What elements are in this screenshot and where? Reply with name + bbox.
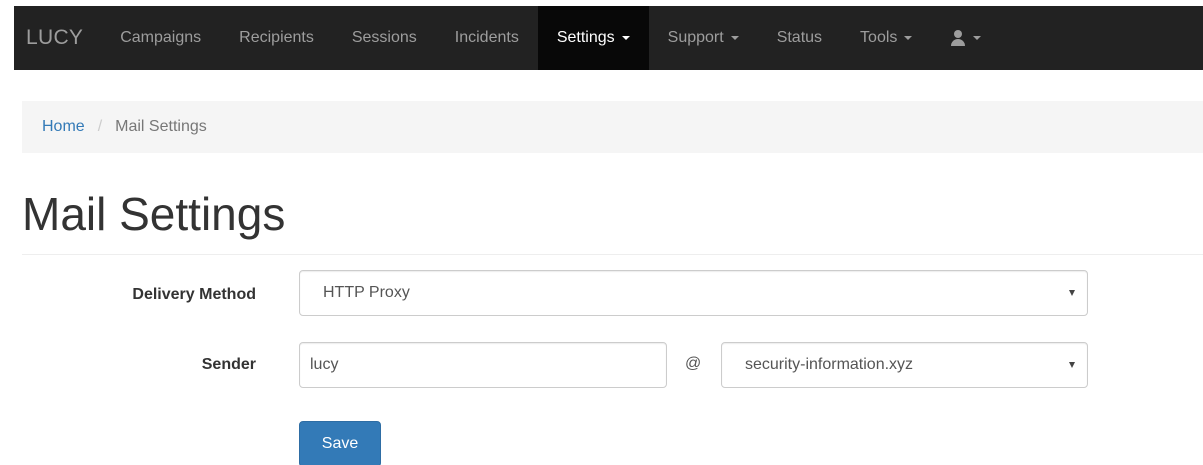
delivery-method-value: HTTP Proxy xyxy=(323,284,410,301)
user-icon xyxy=(950,30,966,46)
breadcrumb: Home / Mail Settings xyxy=(22,101,1203,153)
nav-item-settings[interactable]: Settings xyxy=(537,6,649,70)
nav-item-label: Sessions xyxy=(351,29,417,46)
title-divider xyxy=(22,254,1203,255)
nav-item-label: Recipients xyxy=(239,29,314,46)
sender-label: Sender xyxy=(201,356,256,373)
breadcrumb-separator: / xyxy=(97,118,103,135)
sender-domain-select[interactable]: security-information.xyz xyxy=(721,342,1088,388)
breadcrumb-current: Mail Settings xyxy=(115,118,207,135)
nav-item-label: Settings xyxy=(556,29,615,46)
nav-item-label: Tools xyxy=(860,29,898,46)
dropdown-arrow-icon xyxy=(1069,362,1075,368)
top-navbar: LUCY Campaigns Recipients Sessions Incid… xyxy=(14,6,1203,70)
save-button[interactable]: Save xyxy=(299,421,381,465)
page-title: Mail Settings xyxy=(22,188,286,240)
nav-item-sessions[interactable]: Sessions xyxy=(333,6,436,70)
brand-logo[interactable]: LUCY xyxy=(14,26,101,50)
at-sign: @ xyxy=(685,355,702,372)
nav-item-user-menu[interactable] xyxy=(931,6,1000,70)
caret-down-icon xyxy=(904,36,913,40)
sender-local-part-input[interactable]: lucy xyxy=(299,342,667,388)
caret-down-icon xyxy=(973,36,982,40)
delivery-method-select[interactable]: HTTP Proxy xyxy=(299,270,1088,316)
nav-item-recipients[interactable]: Recipients xyxy=(220,6,333,70)
nav-item-incidents[interactable]: Incidents xyxy=(436,6,538,70)
nav-item-campaigns[interactable]: Campaigns xyxy=(101,6,220,70)
nav-item-status[interactable]: Status xyxy=(758,6,841,70)
sender-local-part-value: lucy xyxy=(310,356,339,373)
nav-item-support[interactable]: Support xyxy=(649,6,758,70)
nav-item-label: Status xyxy=(776,29,823,46)
breadcrumb-home-link[interactable]: Home xyxy=(42,118,85,136)
dropdown-arrow-icon xyxy=(1069,290,1075,296)
caret-down-icon xyxy=(621,36,630,40)
sender-domain-value: security-information.xyz xyxy=(745,356,914,373)
delivery-method-label: Delivery Method xyxy=(132,286,256,303)
nav-item-label: Incidents xyxy=(454,29,519,46)
nav-item-tools[interactable]: Tools xyxy=(841,6,931,70)
mail-settings-page: LUCY Campaigns Recipients Sessions Incid… xyxy=(0,0,1203,465)
nav-item-label: Campaigns xyxy=(120,29,202,46)
caret-down-icon xyxy=(730,36,739,40)
nav-item-label: Support xyxy=(667,29,724,46)
